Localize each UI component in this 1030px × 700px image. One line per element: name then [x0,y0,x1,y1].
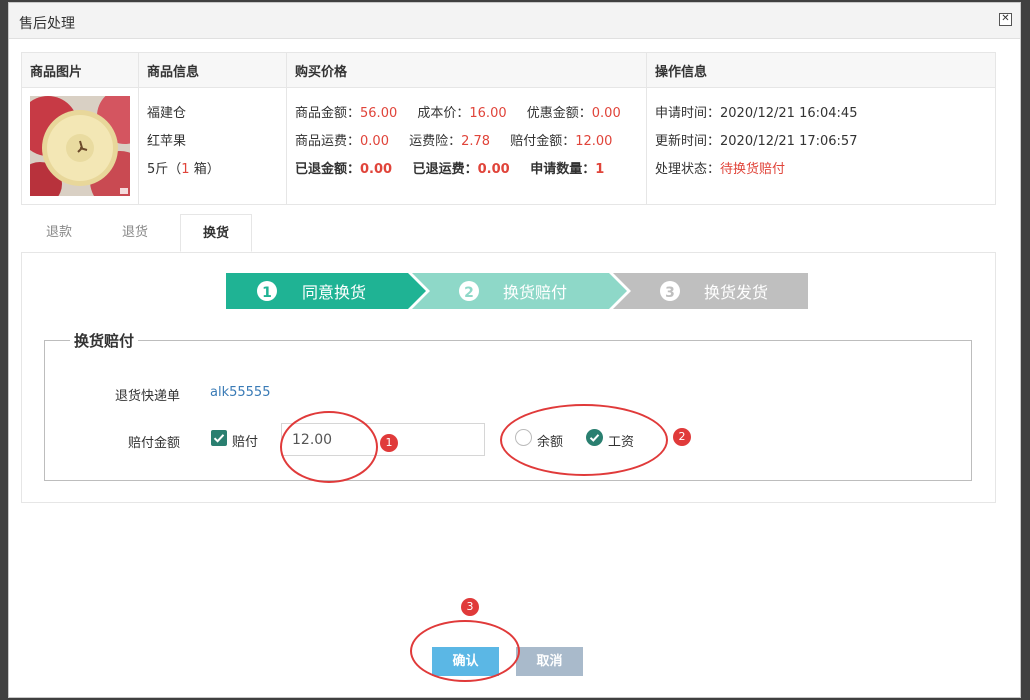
checkmark-icon [213,434,225,443]
goods-shipping: 商品运费：0.00 [295,128,389,156]
step-3-label: 换货发货 [704,283,768,302]
compensation-amount-value: 12.00 [575,134,613,149]
product-image [30,96,130,196]
refunded-amount-label: 已退金额： [295,162,361,177]
annotation-circle-3 [410,620,520,682]
cancel-button[interactable]: 取消 [516,647,583,676]
price-row-1: 商品金额：56.00 成本价：16.00 优惠金额：0.00 [295,100,638,128]
tracking-number-link[interactable]: alk55555 [210,385,270,400]
product-spec: 5斤（1 箱） [147,156,278,184]
cost-price-value: 16.00 [469,106,507,121]
spec-prefix: 5斤（ [147,162,182,177]
refunded-amount: 已退金额：0.00 [295,156,392,184]
discount-amount-value: 0.00 [591,106,621,121]
apply-quantity-value: 1 [595,162,605,177]
apply-quantity: 申请数量：1 [530,156,604,184]
operation-cell: 申请时间：2020/12/21 16:04:45 更新时间：2020/12/21… [646,87,996,205]
apply-time-label: 申请时间： [655,106,721,121]
compensation-amount: 赔付金额：12.00 [510,128,612,156]
update-time-value: 2020/12/21 17:06:57 [720,134,858,149]
cost-price: 成本价：16.00 [417,100,506,128]
price-row-3: 已退金额：0.00 已退运费：0.00 申请数量：1 [295,156,638,184]
header-product-info: 商品信息 [138,52,287,88]
price-cell: 商品金额：56.00 成本价：16.00 优惠金额：0.00 商品运费：0.00… [286,87,647,205]
goods-amount-label: 商品金额： [295,106,361,121]
goods-amount-value: 56.00 [360,106,398,121]
annotation-badge-2: 2 [673,428,691,446]
discount-amount-label: 优惠金额： [526,106,592,121]
price-row-2: 商品运费：0.00 运费险：2.78 赔付金额：12.00 [295,128,638,156]
goods-shipping-label: 商品运费： [295,134,361,149]
product-image-cell [21,87,139,205]
tab-exchange[interactable]: 换货 [180,214,252,252]
dialog-titlebar: 售后处理 ✕ [9,3,1020,39]
compensation-fieldset [44,340,972,481]
annotation-circle-1 [280,411,378,483]
tracking-label: 退货快递单 [114,389,180,404]
annotation-badge-3: 3 [461,598,479,616]
spec-quantity: 1 [181,162,190,177]
refunded-shipping-label: 已退运费： [412,162,478,177]
apply-quantity-label: 申请数量： [530,162,596,177]
compensate-label: 赔付 [232,435,259,450]
status-value: 待换货赔付 [720,162,786,177]
refunded-shipping: 已退运费：0.00 [413,156,510,184]
refunded-amount-value: 0.00 [360,162,393,177]
step-progress: 1 同意换货 2 换货赔付 3 换货发货 [226,273,808,309]
annotation-badge-1: 1 [380,434,398,452]
shipping-insurance: 运费险：2.78 [409,128,490,156]
step-3-number: 3 [665,285,675,301]
step-1-number: 1 [262,285,272,301]
shipping-insurance-label: 运费险： [409,134,462,149]
update-time: 更新时间：2020/12/21 17:06:57 [655,128,987,156]
discount-amount: 优惠金额：0.00 [527,100,621,128]
step-2-label: 换货赔付 [503,283,567,302]
product-name: 红苹果 [147,134,187,149]
status-label: 处理状态： [655,162,721,177]
header-product-image: 商品图片 [21,52,139,88]
amount-label: 赔付金额 [127,436,180,451]
product-info-cell: 福建仓 红苹果 5斤（1 箱） [138,87,287,205]
tab-return[interactable]: 退货 [97,214,173,252]
close-icon[interactable]: ✕ [999,13,1012,26]
order-info-table: 商品图片 商品信息 购买价格 操作信息 福建仓 红苹果 5斤（1 箱） 商品金额… [21,52,996,205]
dialog-title: 售后处理 [19,16,75,32]
step-2-number: 2 [464,285,474,301]
product-warehouse: 福建仓 [147,106,187,121]
goods-amount: 商品金额：56.00 [295,100,397,128]
shipping-insurance-value: 2.78 [461,134,491,149]
refunded-shipping-value: 0.00 [477,162,510,177]
compensation-amount-label: 赔付金额： [510,134,576,149]
fieldset-legend: 换货赔付 [70,330,139,351]
process-status: 处理状态：待换货赔付 [655,156,987,184]
apply-time-value: 2020/12/21 16:04:45 [720,106,858,121]
header-operation-info: 操作信息 [646,52,996,88]
compensate-checkbox[interactable] [211,430,227,446]
goods-shipping-value: 0.00 [360,134,389,149]
apply-time: 申请时间：2020/12/21 16:04:45 [655,100,987,128]
tab-refund[interactable]: 退款 [21,214,97,252]
header-purchase-price: 购买价格 [286,52,647,88]
annotation-circle-2 [500,404,668,476]
step-1-label: 同意换货 [302,283,366,302]
cost-price-label: 成本价： [417,106,470,121]
update-time-label: 更新时间： [655,134,721,149]
spec-suffix: 箱） [189,162,220,177]
